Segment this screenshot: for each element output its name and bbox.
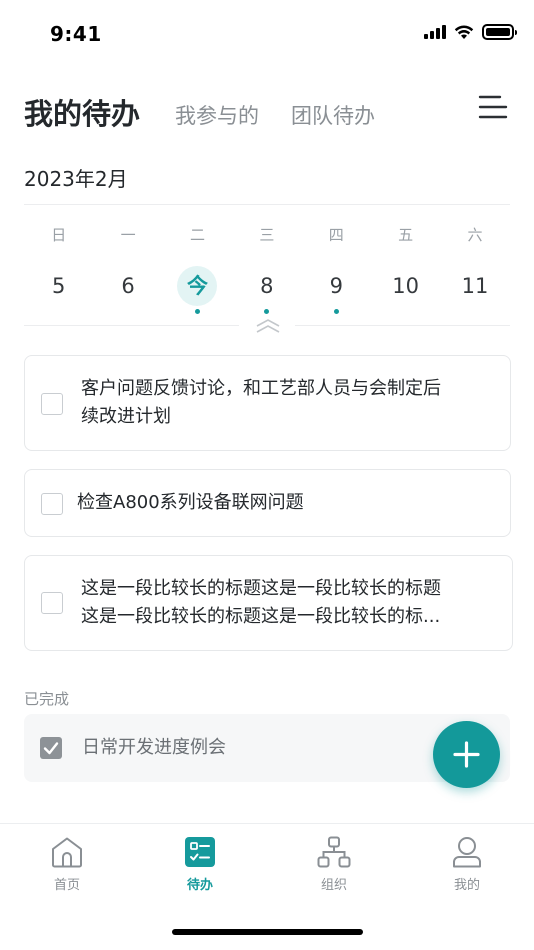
task-title: 检查A800系列设备联网问题 — [77, 492, 304, 513]
calendar-collapse[interactable] — [24, 318, 510, 334]
menu-icon[interactable] — [478, 92, 508, 122]
add-task-button[interactable] — [433, 721, 500, 788]
day-number: 5 — [52, 274, 66, 298]
calendar-day[interactable]: 六 11 — [440, 222, 509, 314]
calendar-day[interactable]: 四 9 — [302, 222, 371, 314]
task-title: 这是一段比较长的标题这是一段比较长的标题 这是一段比较长的标题这是一段比较长的标… — [81, 575, 488, 631]
weekday-label: 五 — [398, 226, 414, 244]
status-time: 9:41 — [50, 22, 102, 46]
calendar-week: 日 5 一 6 二 今 三 8 四 9 五 10 六 11 — [24, 222, 510, 314]
task-checkbox[interactable] — [41, 493, 63, 515]
task-checkbox[interactable] — [41, 393, 63, 415]
home-indicator — [172, 929, 363, 935]
divider — [24, 204, 510, 205]
calendar-day[interactable]: 一 6 — [93, 222, 162, 314]
month-label[interactable]: 2023年2月 — [24, 163, 128, 192]
task-title: 客户问题反馈讨论，和工艺部人员与会制定后 续改进计划 — [81, 375, 486, 431]
day-number: 今 — [177, 266, 218, 306]
weekday-label: 日 — [51, 226, 67, 244]
status-bar: 9:41 — [0, 0, 534, 68]
battery-fill — [486, 28, 510, 36]
event-dot — [473, 309, 478, 314]
task-title-line: 客户问题反馈讨论，和工艺部人员与会制定后 — [81, 378, 441, 399]
day-number: 11 — [461, 274, 489, 298]
tab-label: 待办 — [186, 878, 213, 893]
event-dot — [194, 309, 200, 314]
tab-home[interactable]: 首页 — [27, 836, 107, 893]
battery-icon — [482, 24, 517, 40]
task-title-line: 这是一段比较长的标题这是一段比较长的标题 — [81, 578, 441, 599]
header: 我的待办 我参与的 团队待办 — [24, 88, 510, 136]
event-dot — [264, 309, 270, 314]
completed-task-title: 日常开发进度例会 — [82, 737, 226, 758]
weekday-label: 一 — [120, 226, 136, 244]
calendar-day[interactable]: 日 5 — [24, 222, 93, 314]
day-number: 9 — [329, 274, 343, 298]
weekday-label: 四 — [328, 226, 344, 244]
calendar-day[interactable]: 五 10 — [371, 222, 440, 314]
signal-icon — [424, 25, 446, 39]
event-dot — [403, 309, 408, 314]
user-icon — [453, 837, 481, 868]
task-title-line: 这是一段比较长的标题这是一段比较长的标... — [81, 606, 441, 627]
task-checkbox[interactable] — [41, 592, 63, 614]
event-dot — [126, 309, 131, 314]
day-number: 8 — [260, 274, 274, 298]
double-chevron-up-icon[interactable] — [255, 318, 281, 334]
completed-section-label: 已完成 — [24, 690, 70, 708]
divider — [295, 325, 510, 326]
tab-label: 首页 — [53, 878, 80, 893]
wifi-icon — [454, 24, 474, 39]
tab-todo[interactable]: 待办 — [160, 836, 240, 893]
weekday-label: 三 — [259, 226, 275, 244]
plus-icon — [453, 741, 480, 768]
calendar-day[interactable]: 二 今 — [163, 222, 232, 314]
weekday-label: 二 — [189, 226, 205, 244]
tab-my-todos[interactable]: 我的待办 — [24, 91, 140, 133]
tab-organization[interactable]: 组织 — [294, 836, 374, 893]
task-title-line: 续改进计划 — [81, 406, 171, 427]
task-card[interactable]: 检查A800系列设备联网问题 — [24, 469, 511, 537]
task-card[interactable]: 客户问题反馈讨论，和工艺部人员与会制定后 续改进计划 — [24, 355, 511, 451]
event-dot — [56, 309, 61, 314]
event-dot — [333, 309, 339, 314]
todo-icon — [185, 837, 215, 867]
day-number: 6 — [121, 274, 135, 298]
status-icons — [424, 24, 517, 40]
check-icon — [43, 742, 59, 755]
weekday-label: 六 — [467, 226, 483, 244]
tab-team-todos[interactable]: 团队待办 — [291, 100, 375, 130]
calendar-day[interactable]: 三 8 — [232, 222, 301, 314]
home-icon — [52, 837, 82, 868]
org-icon — [317, 836, 351, 868]
tab-mine[interactable]: 我的 — [427, 836, 507, 893]
tab-participated[interactable]: 我参与的 — [175, 100, 259, 130]
task-checkbox-checked[interactable] — [40, 737, 62, 759]
tab-label: 我的 — [453, 878, 480, 893]
tab-label: 组织 — [320, 878, 347, 893]
day-number: 10 — [392, 274, 419, 298]
divider — [24, 325, 239, 326]
task-card[interactable]: 这是一段比较长的标题这是一段比较长的标题 这是一段比较长的标题这是一段比较长的标… — [24, 555, 513, 651]
